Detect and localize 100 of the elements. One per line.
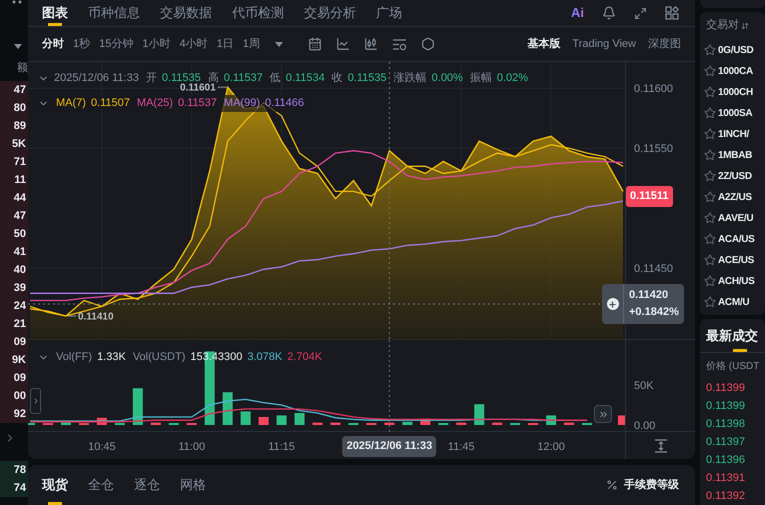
trade-price: 0.11399 bbox=[706, 380, 745, 396]
hexagon-icon[interactable] bbox=[420, 37, 435, 51]
interval-tab[interactable]: 1小时 bbox=[142, 36, 170, 52]
add-icon[interactable] bbox=[606, 298, 618, 310]
tab[interactable]: 交易数据 bbox=[160, 0, 212, 26]
candlestick-icon[interactable] bbox=[364, 37, 378, 51]
volume-bar bbox=[294, 413, 305, 425]
trading-pair[interactable]: 1000CH bbox=[718, 84, 753, 100]
fee-level-link[interactable]: 手续费等级 bbox=[624, 476, 679, 494]
tab[interactable]: 代币检测 bbox=[232, 0, 284, 26]
tab[interactable]: 全仓 bbox=[88, 465, 114, 505]
view-tab[interactable]: Trading View bbox=[572, 36, 636, 52]
legend-value: 0.11535 bbox=[162, 71, 201, 84]
percent-icon bbox=[606, 479, 618, 491]
line-chart-icon[interactable] bbox=[336, 37, 350, 51]
trading-pair[interactable]: 2Z/USD bbox=[718, 168, 752, 184]
star-icon[interactable] bbox=[704, 128, 716, 140]
leader-line bbox=[67, 316, 76, 317]
bell-icon[interactable] bbox=[602, 6, 616, 20]
tab[interactable]: 广场 bbox=[376, 0, 402, 26]
star-icon[interactable] bbox=[704, 191, 716, 204]
order-book-amount: 9K bbox=[12, 352, 26, 368]
legend-label: 高 bbox=[208, 70, 219, 84]
tab[interactable]: 逐仓 bbox=[134, 465, 160, 505]
column-header: 交易对 bbox=[706, 18, 739, 34]
caret-icon[interactable] bbox=[274, 42, 283, 46]
order-book-amount: 11 bbox=[14, 172, 26, 188]
tab[interactable]: 图表 bbox=[42, 0, 68, 26]
calendar-icon[interactable] bbox=[308, 37, 322, 51]
legend-value: 0.11535 bbox=[348, 71, 387, 86]
star-icon[interactable] bbox=[704, 86, 716, 98]
star-icon[interactable] bbox=[704, 170, 716, 182]
caret-icon[interactable] bbox=[14, 44, 22, 48]
trading-pair[interactable]: 0G/USD bbox=[718, 42, 754, 58]
apps-icon[interactable] bbox=[665, 6, 679, 20]
order-book-amount: 21 bbox=[14, 316, 26, 332]
legend-value: 0.11537 bbox=[224, 71, 263, 86]
trading-pair[interactable]: 1000SA bbox=[718, 106, 752, 121]
volume-bar bbox=[150, 422, 161, 425]
trading-pair[interactable]: 1000CA bbox=[718, 64, 753, 79]
tab[interactable]: 现货 bbox=[42, 465, 68, 505]
trade-price: 0.11392 bbox=[706, 488, 745, 504]
interval-tab[interactable]: 1秒 bbox=[73, 36, 90, 52]
trading-pair[interactable]: ACA/US bbox=[718, 232, 755, 247]
trading-pair[interactable]: AAVE/U bbox=[718, 210, 754, 226]
trading-pair[interactable]: ACM/U bbox=[718, 294, 750, 310]
star-icon[interactable] bbox=[704, 149, 716, 162]
interval-tab[interactable]: 1日 bbox=[216, 36, 234, 52]
order-book-amount: 09 bbox=[14, 334, 26, 350]
interval-tab[interactable]: 分时 bbox=[42, 36, 64, 52]
order-book-amount: 39 bbox=[14, 280, 26, 296]
view-tab[interactable]: 基本版 bbox=[527, 36, 560, 52]
interval-tab[interactable]: 1周 bbox=[242, 36, 260, 52]
star-icon[interactable] bbox=[704, 44, 716, 56]
trading-pair[interactable]: 1INCH/ bbox=[718, 126, 749, 142]
legend-value: 0.11534 bbox=[286, 71, 325, 86]
legend-label: Vol(USDT) bbox=[132, 350, 186, 365]
star-icon[interactable] bbox=[704, 65, 716, 78]
panel-title[interactable]: 最新成交 bbox=[706, 326, 758, 346]
legend-label: MA(99) bbox=[224, 96, 260, 111]
column-header: 价格 (USDT bbox=[706, 360, 760, 374]
trading-pair[interactable]: 1MBAB bbox=[718, 148, 752, 163]
fit-scale-icon[interactable] bbox=[654, 438, 668, 452]
scroll-right-button[interactable] bbox=[594, 405, 612, 423]
sort-icon[interactable] bbox=[741, 22, 749, 30]
legend-value: 3.078K bbox=[247, 350, 282, 365]
more-icon[interactable] bbox=[12, 0, 24, 4]
star-icon[interactable] bbox=[704, 212, 716, 224]
volume-axis-label: 0.00 bbox=[634, 419, 656, 434]
star-icon[interactable] bbox=[704, 296, 716, 308]
order-book-amount: 00 bbox=[14, 388, 26, 404]
trade-price: 0.11399 bbox=[706, 398, 745, 414]
legend-label: 振幅 bbox=[470, 71, 492, 86]
tab[interactable]: 网格 bbox=[180, 465, 206, 505]
list-settings-icon[interactable] bbox=[392, 38, 407, 50]
legend-time: 2025/12/06 11:33 bbox=[54, 71, 139, 86]
time-axis-label: 12:00 bbox=[537, 440, 565, 455]
star-icon[interactable] bbox=[704, 254, 716, 266]
trading-pair[interactable]: A2Z/US bbox=[718, 190, 752, 205]
star-icon[interactable] bbox=[704, 275, 716, 288]
price-axis-label: 0.11450 bbox=[634, 262, 673, 278]
expand-handle[interactable] bbox=[30, 388, 41, 414]
volume-bar bbox=[132, 388, 143, 425]
trade-price: 0.11396 bbox=[706, 452, 745, 468]
order-book-amount: 47 bbox=[14, 82, 26, 98]
star-icon[interactable] bbox=[704, 233, 716, 246]
star-icon[interactable] bbox=[704, 107, 716, 120]
tab[interactable]: 交易分析 bbox=[304, 0, 356, 26]
tab[interactable]: 币种信息 bbox=[88, 0, 140, 26]
volume-bar bbox=[258, 417, 269, 425]
view-tab[interactable]: 深度图 bbox=[648, 36, 681, 52]
legend-label: 开 bbox=[146, 71, 157, 86]
last-price-tag: 0.11511 bbox=[626, 186, 673, 206]
legend-label: 收 bbox=[332, 71, 343, 86]
trading-pair[interactable]: ACH/US bbox=[718, 274, 755, 289]
expand-icon[interactable] bbox=[634, 6, 647, 20]
interval-tab[interactable]: 15分钟 bbox=[99, 36, 134, 52]
volume-bar bbox=[312, 422, 323, 425]
trading-pair[interactable]: ACE/US bbox=[718, 252, 754, 268]
interval-tab[interactable]: 4小时 bbox=[180, 36, 208, 52]
